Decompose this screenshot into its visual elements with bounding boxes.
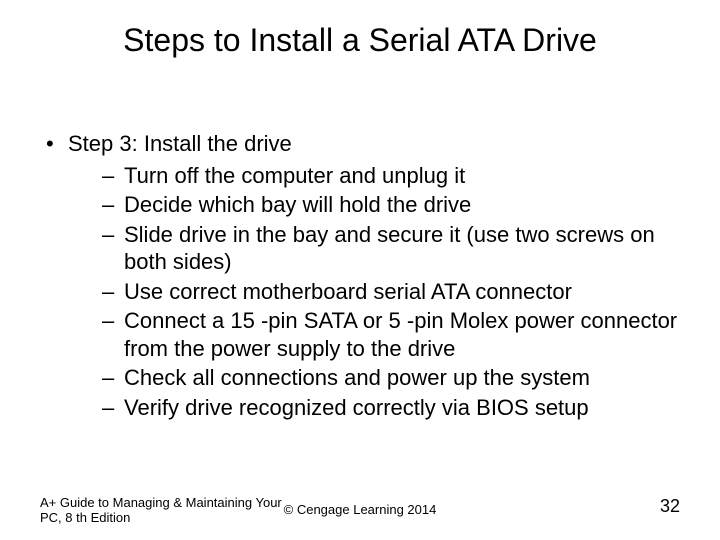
bullet-level2: Slide drive in the bay and secure it (us… [68,221,680,276]
bullet-level2: Use correct motherboard serial ATA conne… [68,278,680,306]
bullet-level2: Check all connections and power up the s… [68,364,680,392]
bullet-level1: Step 3: Install the drive Turn off the c… [40,130,680,421]
bullet-level2: Decide which bay will hold the drive [68,191,680,219]
slide-title: Steps to Install a Serial ATA Drive [0,22,720,59]
page-number: 32 [660,496,680,518]
slide: Steps to Install a Serial ATA Drive Step… [0,0,720,540]
slide-body: Step 3: Install the drive Turn off the c… [40,130,680,427]
bullet-level2: Turn off the computer and unplug it [68,162,680,190]
footer-copyright: © Cengage Learning 2014 [40,502,680,518]
bullet-level2: Connect a 15 -pin SATA or 5 -pin Molex p… [68,307,680,362]
bullet-level2: Verify drive recognized correctly via BI… [68,394,680,422]
bullet-text: Step 3: Install the drive [68,131,292,156]
